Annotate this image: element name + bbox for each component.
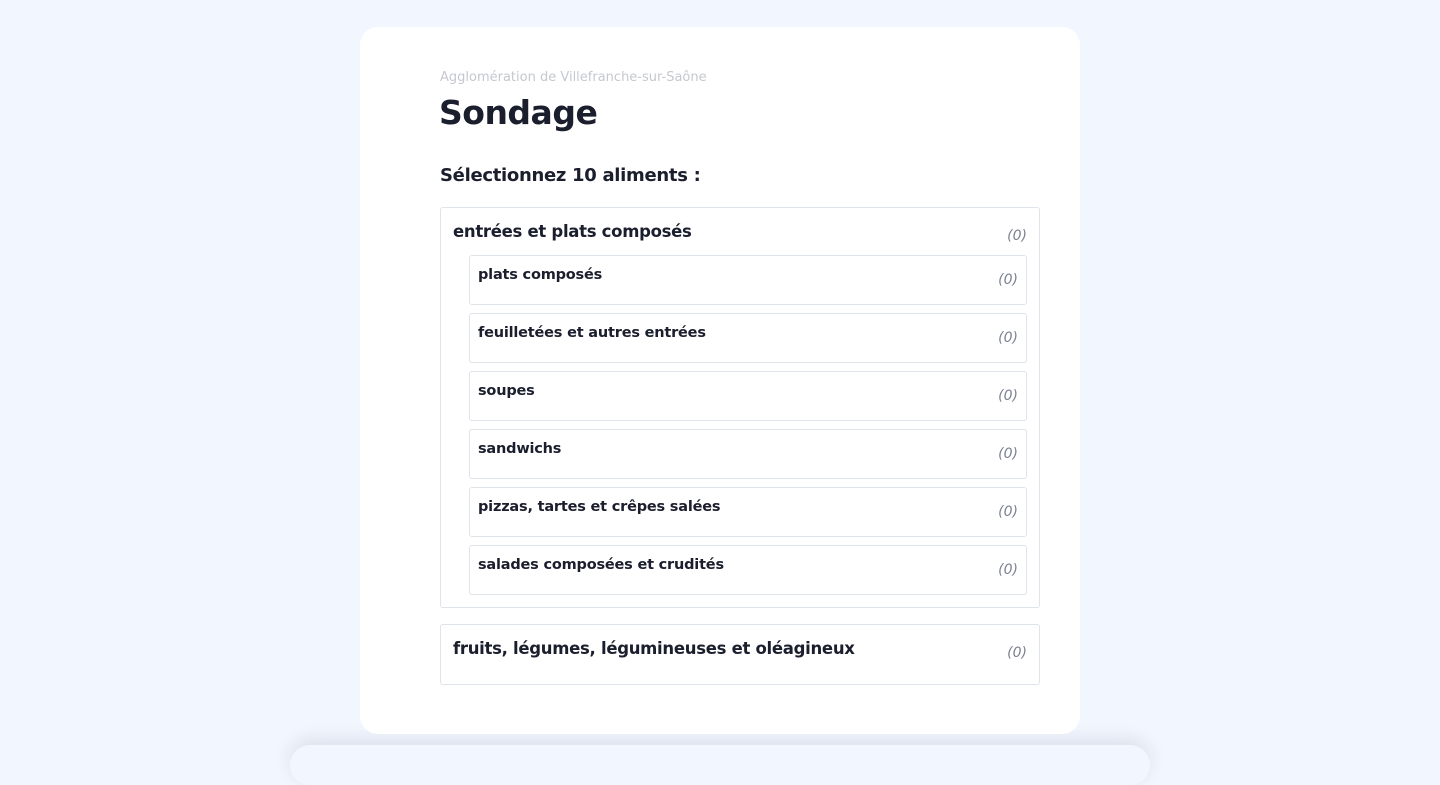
location-subtitle: Agglomération de Villefranche-sur-Saône bbox=[440, 70, 707, 85]
subcategory-label: feuilletées et autres entrées bbox=[478, 325, 706, 341]
subcategory-count: (0) bbox=[998, 504, 1018, 520]
category-label: entrées et plats composés bbox=[453, 222, 692, 241]
subcategory-label: soupes bbox=[478, 383, 535, 399]
category-label: fruits, légumes, légumineuses et oléagin… bbox=[453, 639, 855, 658]
category-fruits-legumes[interactable]: fruits, légumes, légumineuses et oléagin… bbox=[440, 624, 1040, 685]
subcategory-count: (0) bbox=[998, 446, 1018, 462]
subcategory-count: (0) bbox=[998, 330, 1018, 346]
subcategory-label: sandwichs bbox=[478, 441, 562, 457]
subcategory-count: (0) bbox=[998, 272, 1018, 288]
bottom-panel-edge bbox=[290, 745, 1150, 785]
category-entrees-plats[interactable]: entrées et plats composés (0) plats comp… bbox=[440, 207, 1040, 608]
subcategory-sandwichs[interactable]: sandwichs (0) bbox=[469, 429, 1027, 479]
page-title: Sondage bbox=[439, 93, 598, 132]
subcategory-label: salades composées et crudités bbox=[478, 557, 724, 573]
subcategory-count: (0) bbox=[998, 562, 1018, 578]
subcategory-feuilletees[interactable]: feuilletées et autres entrées (0) bbox=[469, 313, 1027, 363]
subcategory-label: plats composés bbox=[478, 267, 603, 283]
subcategory-soupes[interactable]: soupes (0) bbox=[469, 371, 1027, 421]
subcategory-salades[interactable]: salades composées et crudités (0) bbox=[469, 545, 1027, 595]
category-count: (0) bbox=[1007, 645, 1027, 661]
subcategory-label: pizzas, tartes et crêpes salées bbox=[478, 499, 721, 515]
subcategory-count: (0) bbox=[998, 388, 1018, 404]
survey-card: Agglomération de Villefranche-sur-Saône … bbox=[360, 27, 1080, 734]
question-prompt: Sélectionnez 10 aliments : bbox=[440, 165, 701, 186]
subcategory-pizzas-tartes[interactable]: pizzas, tartes et crêpes salées (0) bbox=[469, 487, 1027, 537]
category-count: (0) bbox=[1007, 228, 1027, 244]
subcategory-plats-composes[interactable]: plats composés (0) bbox=[469, 255, 1027, 305]
